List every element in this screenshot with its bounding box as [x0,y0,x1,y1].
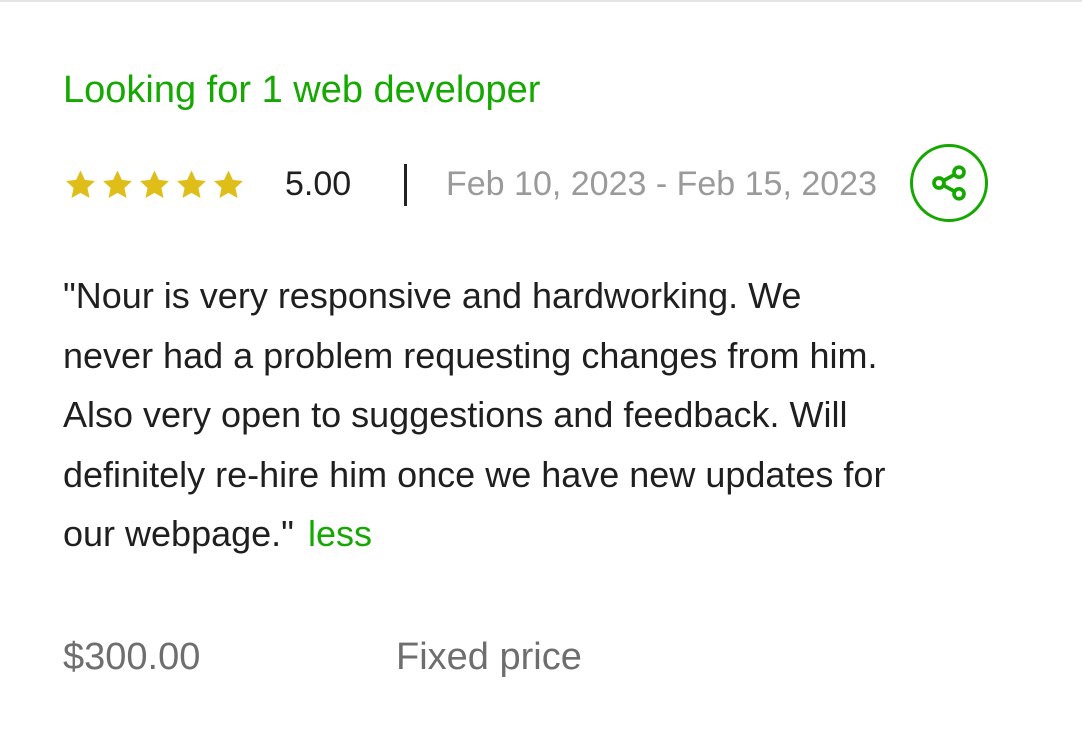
feedback-line: "Nour is very responsive and hardworking… [63,275,802,316]
job-title-link[interactable]: Looking for 1 web developer [63,66,540,114]
star-rating [63,168,246,202]
rating-row: 5.00 Feb 10, 2023 - Feb 15, 2023 [63,144,1003,222]
feedback-line: Also very open to suggestions and feedba… [63,394,848,435]
star-icon [214,170,243,199]
contract-amount: $300.00 [63,636,201,678]
share-icon [932,165,966,201]
rating-value: 5.00 [285,165,352,203]
work-history-item: Looking for 1 web developer 5.00 Feb 10,… [0,0,1082,751]
show-less-link[interactable]: less [308,513,372,554]
contract-type: Fixed price [396,636,582,678]
star-icon [177,170,206,199]
divider [404,164,407,206]
star-icon [66,170,95,199]
feedback-line-last: our webpage." less [63,504,1023,564]
feedback-line: definitely re-hire him once we have new … [63,453,886,495]
star-icon [140,170,169,199]
feedback-line: never had a problem requesting changes f… [63,334,878,376]
share-button[interactable] [910,144,988,222]
feedback-line-text: our webpage." [63,513,294,554]
star-icon [103,170,132,199]
client-feedback: "Nour is very responsive and hardworking… [63,266,1023,564]
date-range: Feb 10, 2023 - Feb 15, 2023 [446,165,877,203]
